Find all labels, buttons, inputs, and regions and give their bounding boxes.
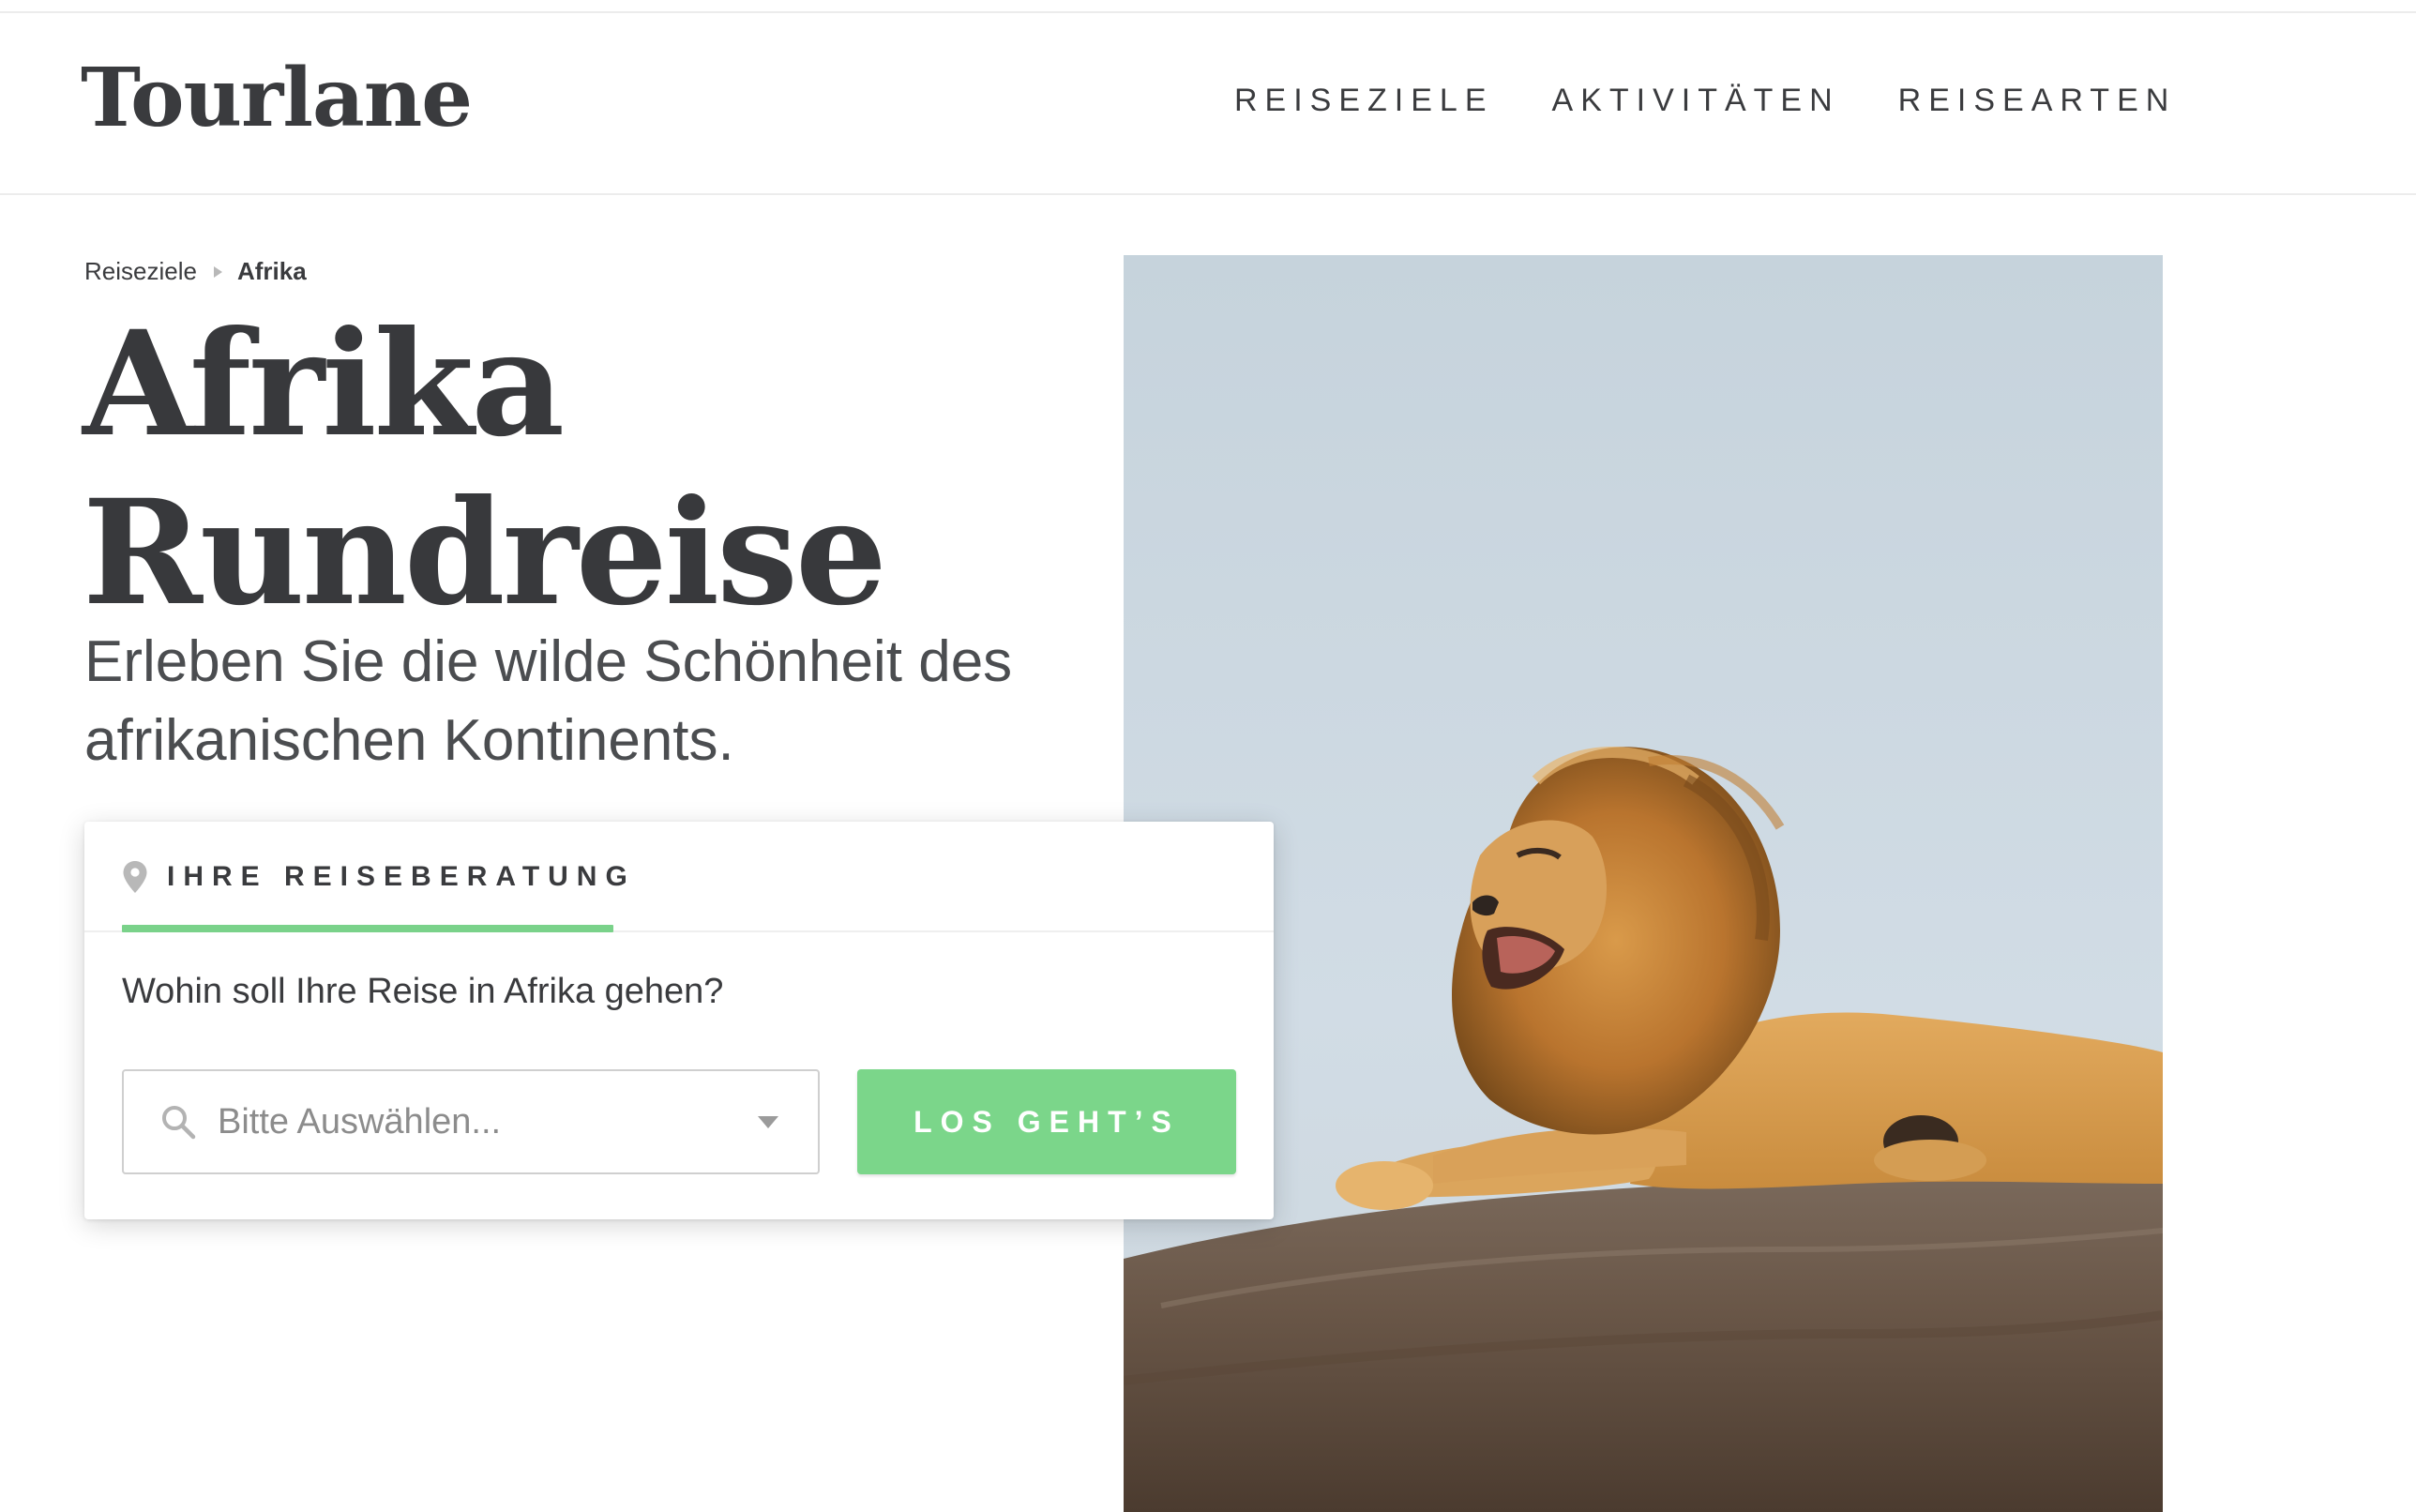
logo[interactable]: Tourlane bbox=[81, 51, 473, 145]
tab-reiseberatung-label: IHRE REISEBERATUNG bbox=[167, 861, 636, 892]
page-subtitle-line2: afrikanischen Kontinents. bbox=[84, 708, 734, 773]
breadcrumb: Reiseziele Afrika bbox=[84, 257, 307, 286]
breadcrumb-separator-icon bbox=[213, 265, 222, 278]
nav-item-reiseziele[interactable]: REISEZIELE bbox=[1234, 83, 1494, 119]
breadcrumb-item-reiseziele[interactable]: Reiseziele bbox=[84, 257, 197, 286]
card-tab-bar: IHRE REISEBERATUNG bbox=[84, 822, 1274, 932]
location-pin-icon bbox=[123, 861, 147, 893]
destination-select-placeholder: Bitte Auswählen... bbox=[218, 1101, 502, 1142]
top-border bbox=[0, 0, 2416, 13]
destination-question: Wohin soll Ihre Reise in Afrika gehen? bbox=[122, 972, 724, 1011]
destination-select[interactable]: Bitte Auswählen... bbox=[122, 1069, 820, 1174]
lion-illustration bbox=[1124, 255, 2163, 1512]
tab-reiseberatung[interactable]: IHRE REISEBERATUNG bbox=[122, 822, 643, 932]
nav-item-aktivitaeten[interactable]: AKTIVITÄTEN bbox=[1552, 83, 1840, 119]
chevron-down-icon bbox=[758, 1115, 778, 1128]
page-title-line1: Afrika bbox=[83, 299, 565, 469]
travel-advice-card: IHRE REISEBERATUNG Wohin soll Ihre Reise… bbox=[84, 822, 1274, 1219]
page-subtitle-line1: Erleben Sie die wilde Schönheit des bbox=[84, 629, 1013, 694]
site-header: Tourlane REISEZIELE AKTIVITÄTEN REISEART… bbox=[0, 13, 2416, 195]
search-icon bbox=[162, 1106, 196, 1140]
active-tab-indicator bbox=[122, 925, 613, 932]
page-title-line2: Rundreise bbox=[83, 468, 887, 638]
nav-item-reisearten[interactable]: REISEARTEN bbox=[1898, 83, 2177, 119]
main-nav: REISEZIELE AKTIVITÄTEN REISEARTEN bbox=[1234, 83, 2234, 119]
los-gehts-button[interactable]: LOS GEHT’S bbox=[857, 1069, 1236, 1174]
page-title: Afrika Rundreise bbox=[83, 300, 1114, 638]
breadcrumb-item-current: Afrika bbox=[236, 257, 307, 285]
page-subtitle: Erleben Sie die wilde Schönheit des afri… bbox=[84, 623, 1069, 780]
hero-lion-image bbox=[1124, 255, 2163, 1512]
